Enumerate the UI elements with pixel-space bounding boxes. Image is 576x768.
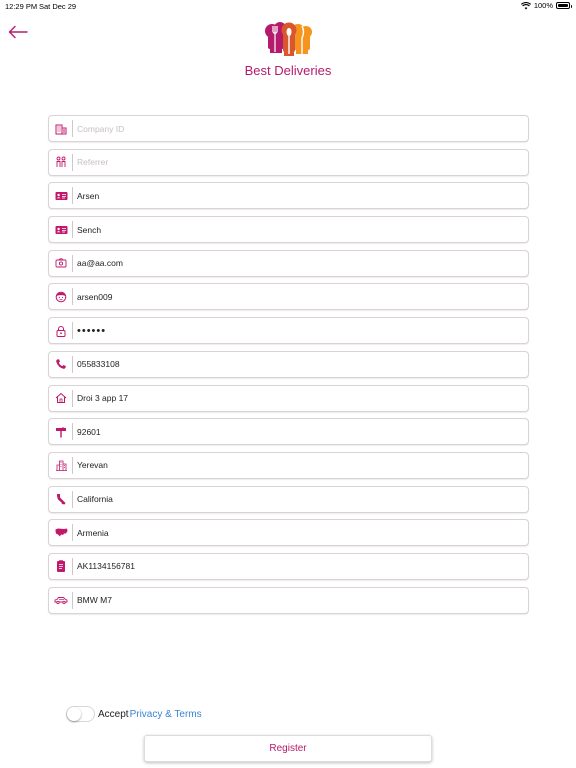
wifi-icon bbox=[520, 1, 531, 9]
first-name-input[interactable] bbox=[77, 184, 528, 207]
company-id-field[interactable] bbox=[48, 115, 529, 142]
battery-icon bbox=[556, 2, 572, 9]
first-name-field[interactable] bbox=[48, 182, 529, 210]
accept-terms-toggle[interactable] bbox=[66, 706, 95, 722]
brand-name: Best Deliveries bbox=[244, 63, 332, 78]
last-name-field[interactable] bbox=[48, 216, 529, 244]
field-divider bbox=[72, 322, 73, 340]
document-icon bbox=[50, 554, 72, 579]
field-divider bbox=[72, 221, 73, 239]
vehicle-field[interactable] bbox=[48, 586, 529, 614]
address-field[interactable] bbox=[48, 384, 529, 412]
id-card-icon bbox=[50, 217, 72, 242]
accept-terms-row: Accept Privacy & Terms bbox=[66, 706, 202, 722]
field-divider bbox=[72, 254, 73, 272]
zip-field[interactable] bbox=[48, 418, 529, 446]
toggle-knob bbox=[67, 707, 81, 721]
license-input[interactable] bbox=[77, 555, 528, 578]
mail-icon bbox=[50, 251, 72, 276]
car-icon bbox=[50, 588, 72, 613]
field-divider bbox=[72, 288, 73, 306]
phone-icon bbox=[50, 352, 72, 377]
field-divider bbox=[72, 591, 73, 609]
referrer-field[interactable] bbox=[48, 148, 529, 176]
lock-icon bbox=[50, 318, 72, 343]
state-input[interactable] bbox=[77, 488, 528, 511]
password-input[interactable] bbox=[77, 319, 528, 342]
home-icon bbox=[50, 386, 72, 411]
people-icon bbox=[50, 150, 72, 175]
privacy-terms-link[interactable]: Privacy & Terms bbox=[130, 709, 202, 720]
field-divider bbox=[72, 456, 73, 474]
status-time: 12:29 PM bbox=[5, 2, 38, 11]
field-divider bbox=[72, 153, 73, 171]
brand-logo bbox=[262, 22, 316, 66]
back-button[interactable] bbox=[6, 22, 30, 42]
id-card-icon bbox=[50, 183, 72, 208]
user-face-icon bbox=[50, 284, 72, 309]
city-input[interactable] bbox=[77, 454, 528, 477]
field-divider bbox=[72, 120, 73, 137]
last-name-input[interactable] bbox=[77, 218, 528, 241]
state-field[interactable] bbox=[48, 485, 529, 513]
username-input[interactable] bbox=[77, 285, 528, 308]
state-map-icon bbox=[50, 487, 72, 512]
license-field[interactable] bbox=[48, 552, 529, 580]
company-id-input[interactable] bbox=[77, 117, 528, 140]
city-field[interactable] bbox=[48, 451, 529, 479]
password-field[interactable] bbox=[48, 317, 529, 345]
field-divider bbox=[72, 490, 73, 508]
email-field[interactable] bbox=[48, 249, 529, 277]
referrer-input[interactable] bbox=[77, 151, 528, 174]
battery-percent: 100% bbox=[533, 1, 553, 10]
field-divider bbox=[72, 187, 73, 205]
chef-hats-icon bbox=[265, 22, 312, 56]
vehicle-input[interactable] bbox=[77, 589, 528, 612]
status-right: 100% bbox=[520, 1, 572, 10]
field-divider bbox=[72, 423, 73, 441]
mailbox-icon bbox=[50, 419, 72, 444]
zip-input[interactable] bbox=[77, 420, 528, 443]
country-map-icon bbox=[50, 520, 72, 545]
register-button[interactable]: Register bbox=[144, 735, 432, 762]
address-input[interactable] bbox=[77, 387, 528, 409]
field-divider bbox=[72, 389, 73, 407]
status-date: Sat Dec 29 bbox=[39, 2, 77, 11]
field-divider bbox=[72, 355, 73, 373]
phone-input[interactable] bbox=[77, 353, 528, 376]
status-bar: 12:29 PM Sat Dec 29 100% bbox=[0, 0, 576, 12]
email-input[interactable] bbox=[77, 252, 528, 275]
arrow-left-icon bbox=[8, 25, 28, 39]
username-field[interactable] bbox=[48, 283, 529, 311]
city-icon bbox=[50, 453, 72, 478]
country-field[interactable] bbox=[48, 519, 529, 547]
building-icon bbox=[50, 116, 72, 141]
registration-form bbox=[48, 115, 529, 620]
accept-label: Accept bbox=[98, 708, 129, 720]
field-divider bbox=[72, 557, 73, 575]
field-divider bbox=[72, 524, 73, 542]
phone-field[interactable] bbox=[48, 350, 529, 378]
country-input[interactable] bbox=[77, 521, 528, 544]
